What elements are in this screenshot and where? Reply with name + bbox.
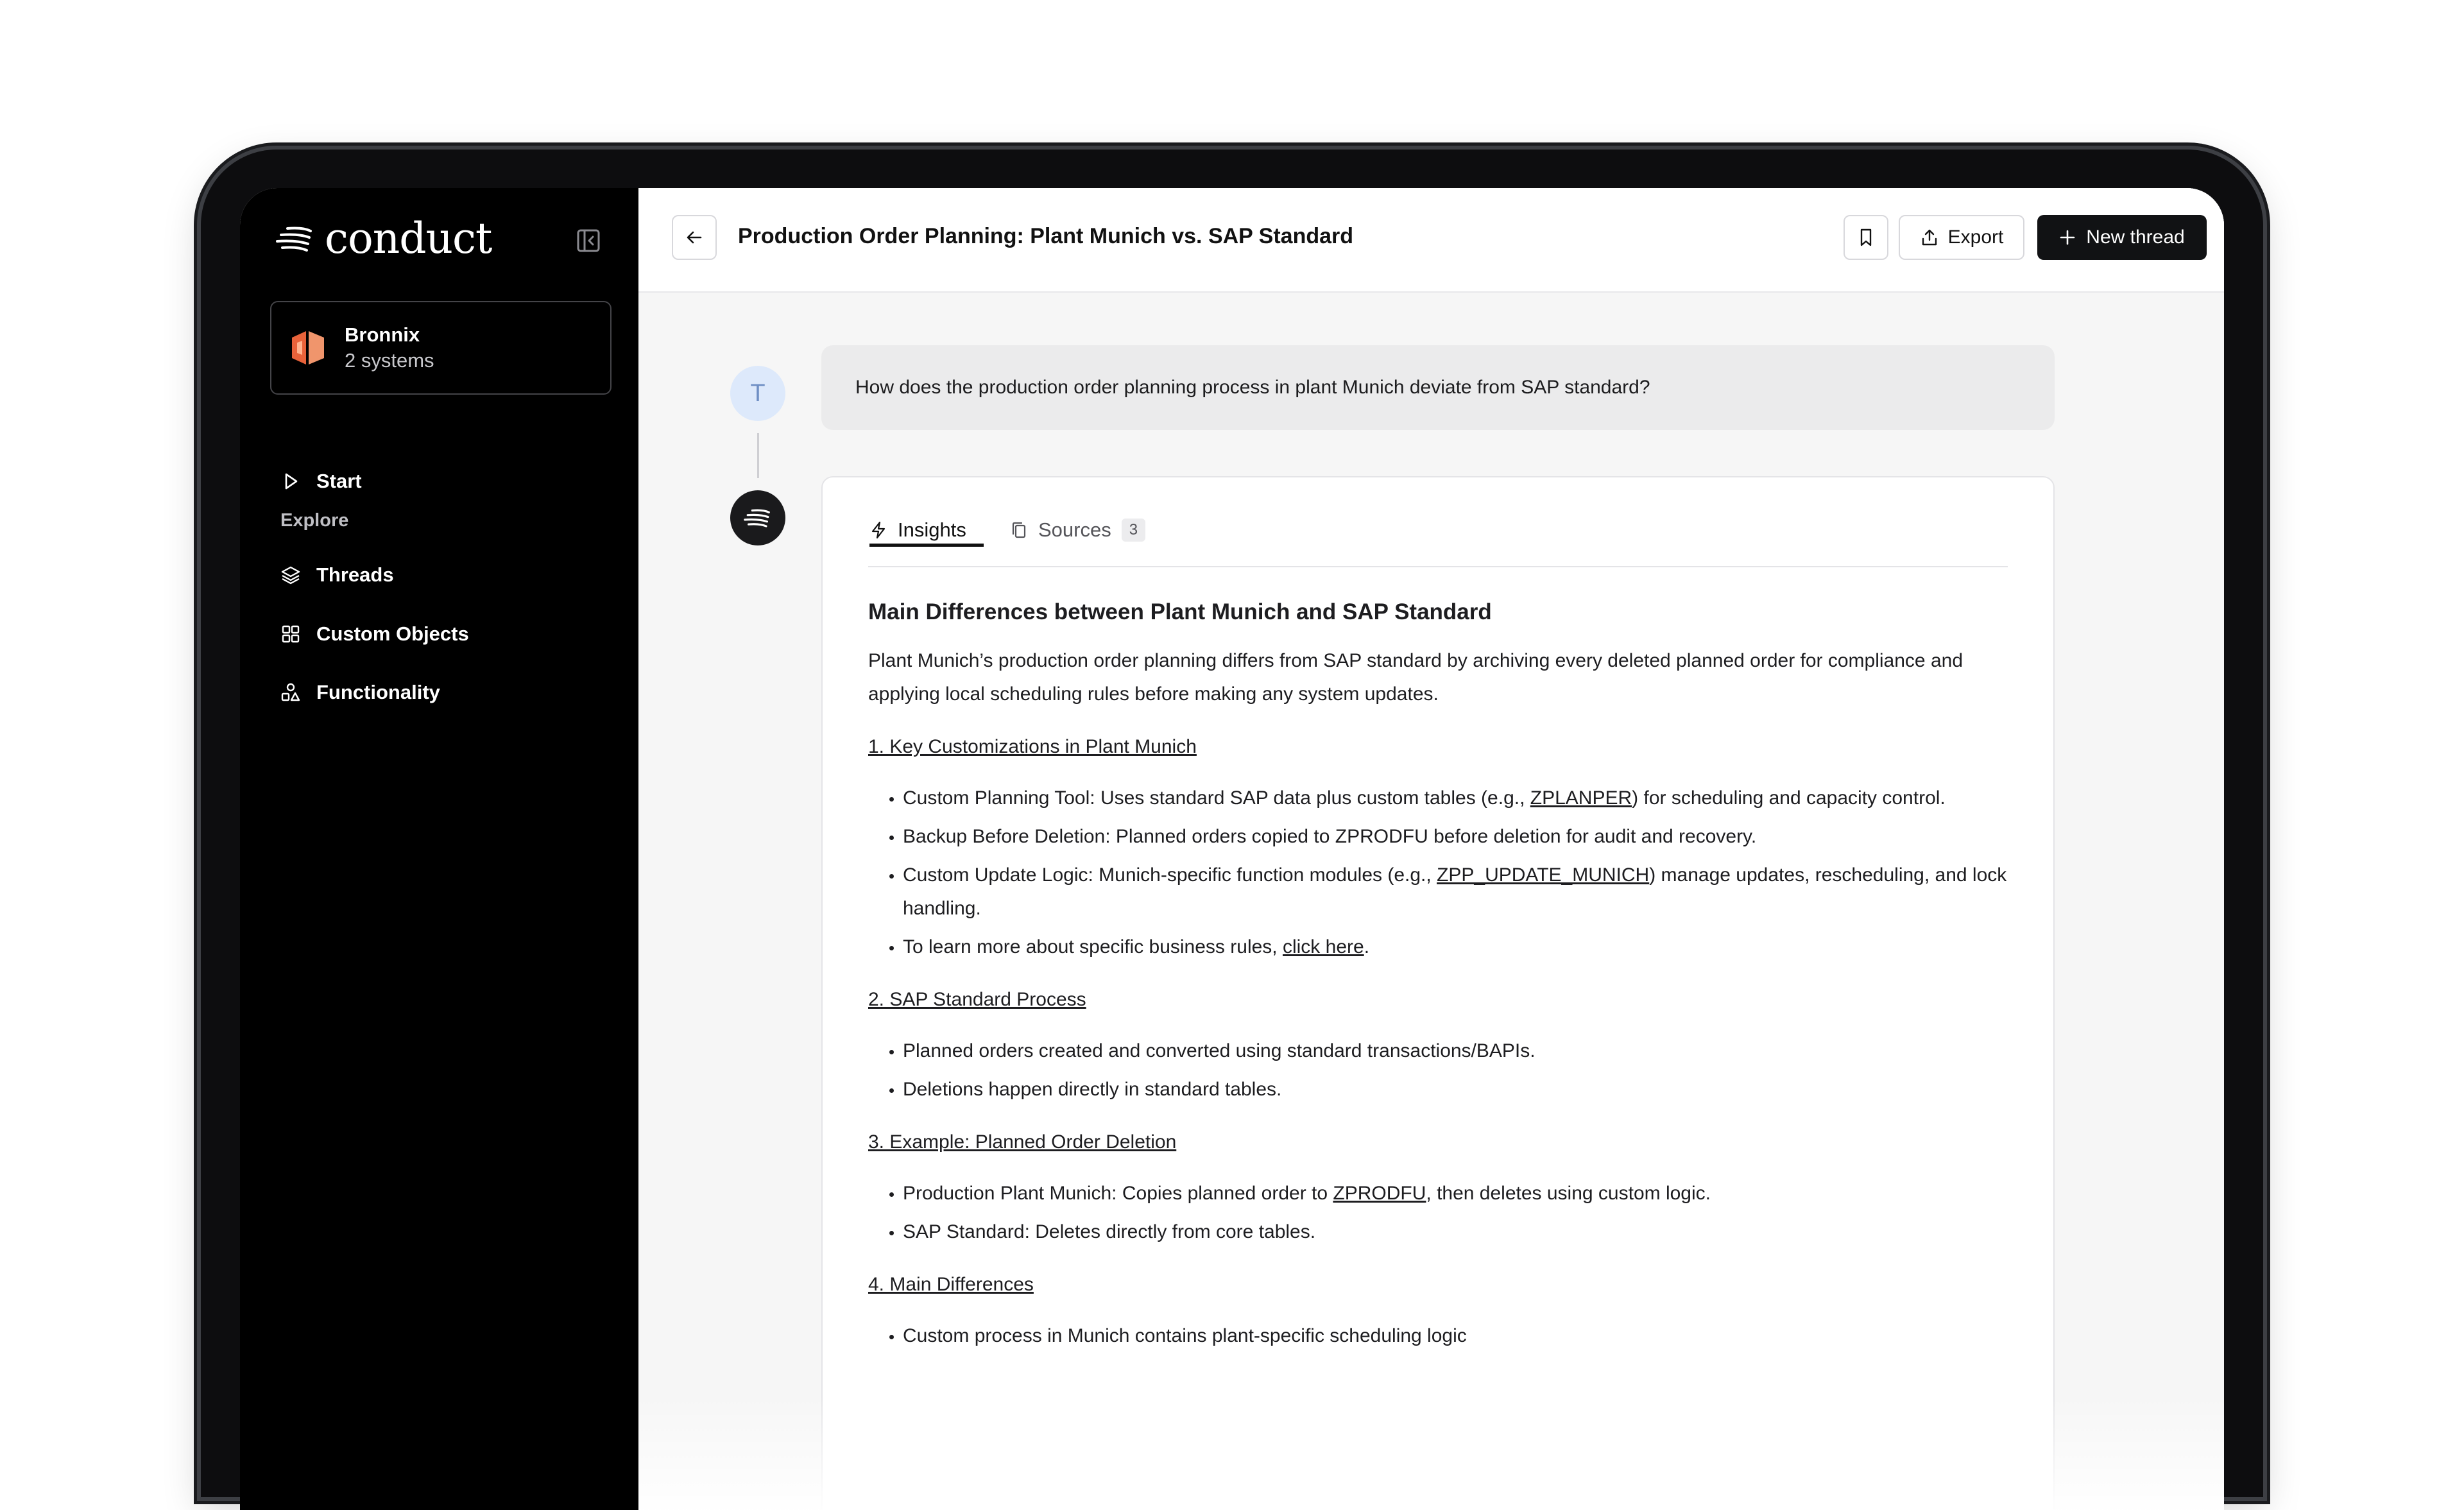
list-item: SAP Standard: Deletes directly from core… (903, 1215, 2008, 1249)
bottom-fade (638, 1394, 2224, 1510)
app-window: conduct Bronnix 2 systems Start Explore … (240, 188, 2224, 1510)
text: Custom Update Logic: Munich-specific fun… (903, 864, 1437, 886)
section-title-main-differences[interactable]: 4. Main Differences (868, 1268, 2008, 1301)
copy-icon (1012, 522, 1026, 538)
sidebar-section-explore: Explore (280, 510, 349, 531)
org-subtitle: 2 systems (345, 349, 434, 372)
link-click-here[interactable]: click here (1283, 936, 1364, 957)
user-avatar: T (730, 366, 785, 421)
answer-heading: Main Differences between Plant Munich an… (868, 599, 1492, 624)
org-switcher[interactable]: Bronnix 2 systems (270, 301, 612, 395)
tab-label: Insights (898, 519, 966, 541)
list-item: Planned orders created and converted usi… (903, 1034, 2008, 1068)
list-item: To learn more about specific business ru… (903, 931, 2008, 964)
shapes-icon (281, 683, 300, 701)
section-title-sap-standard[interactable]: 2. SAP Standard Process (868, 983, 2008, 1017)
app-logo[interactable]: conduct (275, 214, 492, 263)
list-example: Production Plant Munich: Copies planned … (868, 1177, 2008, 1249)
sidebar-item-label: Functionality (316, 681, 440, 703)
bookmark-button[interactable] (1844, 215, 1888, 260)
answer-content: Main Differences between Plant Munich an… (868, 598, 2008, 1353)
user-question: How does the production order planning p… (821, 345, 2055, 430)
grid-icon (282, 625, 300, 643)
link-zplanper[interactable]: ZPLANPER (1530, 787, 1632, 809)
sidebar-item-start[interactable]: Start (280, 465, 362, 497)
sidebar-item-functionality[interactable]: Functionality (280, 676, 440, 708)
sidebar-item-label: Start (316, 470, 362, 492)
play-icon (285, 473, 298, 490)
top-bar: Production Order Planning: Plant Munich … (638, 188, 2224, 293)
org-logo-icon (292, 331, 324, 365)
text: , then deletes using custom logic. (1426, 1183, 1711, 1204)
link-zprodfu[interactable]: ZPRODFU (1333, 1183, 1426, 1204)
sidebar-item-label: Threads (316, 563, 394, 586)
answer-card: Insights Sources 3 Main Differences betw… (821, 476, 2055, 1510)
link-zpp-update-munich[interactable]: ZPP_UPDATE_MUNICH (1437, 864, 1649, 886)
upload-icon (1922, 229, 1937, 246)
assistant-avatar (730, 490, 785, 545)
list-item: Deletions happen directly in standard ta… (903, 1073, 2008, 1106)
section-title-key-customizations[interactable]: 1. Key Customizations in Plant Munich (868, 730, 2008, 764)
answer-tabs: Insights Sources 3 (868, 477, 2008, 567)
list-item: Custom Update Logic: Munich-specific fun… (903, 859, 2008, 925)
section-title-example[interactable]: 3. Example: Planned Order Deletion (868, 1126, 2008, 1159)
thread-connector (757, 433, 759, 478)
text: ) for scheduling and capacity control. (1632, 787, 1946, 809)
tab-label: Sources (1038, 519, 1111, 541)
export-label: Export (1947, 227, 2004, 248)
sidebar-item-custom-objects[interactable]: Custom Objects (280, 618, 469, 650)
export-button[interactable]: Export (1899, 215, 2024, 260)
bolt-icon (871, 521, 886, 539)
new-thread-label: New thread (2086, 227, 2185, 248)
layers-icon (281, 566, 300, 585)
list-item: Production Plant Munich: Copies planned … (903, 1177, 2008, 1210)
list-sap-standard: Planned orders created and converted usi… (868, 1034, 2008, 1106)
text: . (1364, 936, 1370, 957)
page-title: Production Order Planning: Plant Munich … (738, 224, 1354, 248)
sidebar-item-label: Custom Objects (316, 622, 469, 645)
sidebar: conduct Bronnix 2 systems Start Explore … (240, 188, 638, 1510)
active-tab-indicator (869, 544, 984, 547)
plus-icon (2060, 230, 2075, 245)
answer-intro: Plant Munich’s production order planning… (868, 650, 1964, 705)
arrow-left-icon (687, 231, 702, 244)
bookmark-icon (1860, 228, 1872, 246)
tab-sources[interactable]: Sources 3 (1010, 515, 1146, 545)
list-main-differences: Custom process in Munich contains plant-… (868, 1319, 2008, 1353)
logo-text: conduct (325, 214, 492, 263)
text: Custom Planning Tool: Uses standard SAP … (903, 787, 1530, 809)
tab-insights[interactable]: Insights (869, 515, 984, 547)
text: To learn more about specific business ru… (903, 936, 1283, 957)
conduct-logo-icon (276, 227, 312, 252)
list-item: Backup Before Deletion: Planned orders c… (903, 820, 2008, 854)
main-content: Production Order Planning: Plant Munich … (638, 188, 2224, 1510)
sidebar-item-threads[interactable]: Threads (280, 559, 394, 591)
org-name: Bronnix (345, 323, 420, 346)
device-frame: conduct Bronnix 2 systems Start Explore … (201, 150, 2263, 1510)
list-key-customizations: Custom Planning Tool: Uses standard SAP … (868, 782, 2008, 964)
collapse-sidebar-icon[interactable] (576, 228, 601, 253)
conduct-logo-icon (744, 509, 770, 528)
list-item: Custom Planning Tool: Uses standard SAP … (903, 782, 2008, 815)
list-item: Custom process in Munich contains plant-… (903, 1319, 2008, 1353)
sources-count-badge: 3 (1121, 519, 1146, 542)
text: Production Plant Munich: Copies planned … (903, 1183, 1333, 1204)
new-thread-button[interactable]: New thread (2037, 215, 2207, 260)
back-button[interactable] (672, 215, 717, 260)
